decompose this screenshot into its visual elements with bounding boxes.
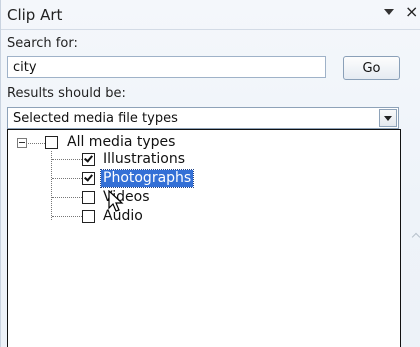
tree-root-label[interactable]: All media types (67, 134, 175, 151)
check-icon (84, 153, 93, 163)
tree-connector (28, 143, 45, 144)
videos-checkbox[interactable] (82, 191, 95, 204)
tree-connector (52, 159, 82, 160)
tree-connector (52, 197, 82, 198)
mouse-pointer-icon (108, 190, 124, 212)
audio-checkbox[interactable] (82, 210, 95, 223)
photographs-checkbox[interactable] (82, 172, 95, 185)
results-label: Results should be: (7, 86, 126, 101)
media-type-dropdown: All media types Illustrations Photograph… (7, 129, 401, 347)
chevron-down-icon[interactable] (384, 9, 394, 15)
illustrations-checkbox[interactable] (82, 153, 95, 166)
search-input[interactable] (7, 56, 326, 78)
select-value: Selected media file types (13, 111, 178, 126)
clip-art-pane: Clip Art × Search for: Go Results should… (0, 0, 420, 347)
all-media-types-checkbox[interactable] (45, 136, 58, 149)
media-type-select[interactable]: Selected media file types (7, 107, 399, 129)
tree-item-illustrations[interactable]: Illustrations (103, 151, 185, 168)
scroll-caret-icon (411, 232, 420, 242)
dropdown-button[interactable] (379, 109, 397, 127)
tree-connector (52, 178, 82, 179)
check-icon (84, 172, 93, 182)
go-button[interactable]: Go (343, 56, 400, 80)
search-label: Search for: (7, 36, 78, 51)
tree-item-photographs[interactable]: Photographs (99, 169, 195, 188)
tree-connector (51, 151, 52, 220)
close-icon[interactable]: × (405, 3, 418, 21)
pane-title: Clip Art (7, 6, 63, 24)
dropdown-arrow-icon (384, 116, 392, 121)
title-divider (1, 29, 420, 30)
tree-connector (52, 216, 82, 217)
collapse-icon[interactable] (17, 138, 27, 148)
